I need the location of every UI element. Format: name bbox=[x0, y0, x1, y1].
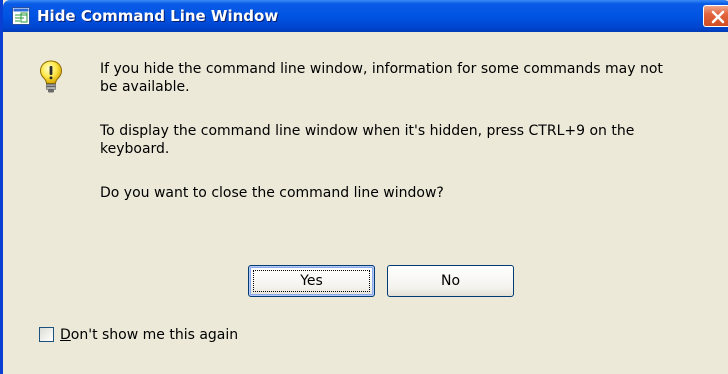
dialog-window: Hide Command Line Window If you hide the… bbox=[0, 0, 728, 374]
title-bar[interactable]: Hide Command Line Window bbox=[3, 0, 728, 32]
checkbox-mnemonic: D bbox=[60, 327, 71, 343]
no-button[interactable]: No bbox=[387, 265, 514, 297]
message-line-1: If you hide the command line window, inf… bbox=[100, 61, 663, 95]
yes-button-label: Yes bbox=[300, 273, 323, 289]
message-line-2: To display the command line window when … bbox=[100, 123, 635, 157]
message-line-3: Do you want to close the command line wi… bbox=[100, 185, 444, 201]
checkbox-label-rest: on't show me this again bbox=[70, 327, 239, 343]
command-line-icon bbox=[12, 7, 30, 25]
close-icon bbox=[711, 10, 725, 24]
yes-button[interactable]: Yes bbox=[248, 265, 375, 297]
no-button-label: No bbox=[440, 273, 461, 289]
checkbox-box[interactable] bbox=[39, 327, 54, 342]
lightbulb-warning-icon bbox=[39, 60, 63, 94]
window-title: Hide Command Line Window bbox=[37, 7, 279, 25]
close-button[interactable] bbox=[703, 5, 728, 27]
checkbox-label[interactable]: Don't show me this again bbox=[60, 326, 238, 344]
